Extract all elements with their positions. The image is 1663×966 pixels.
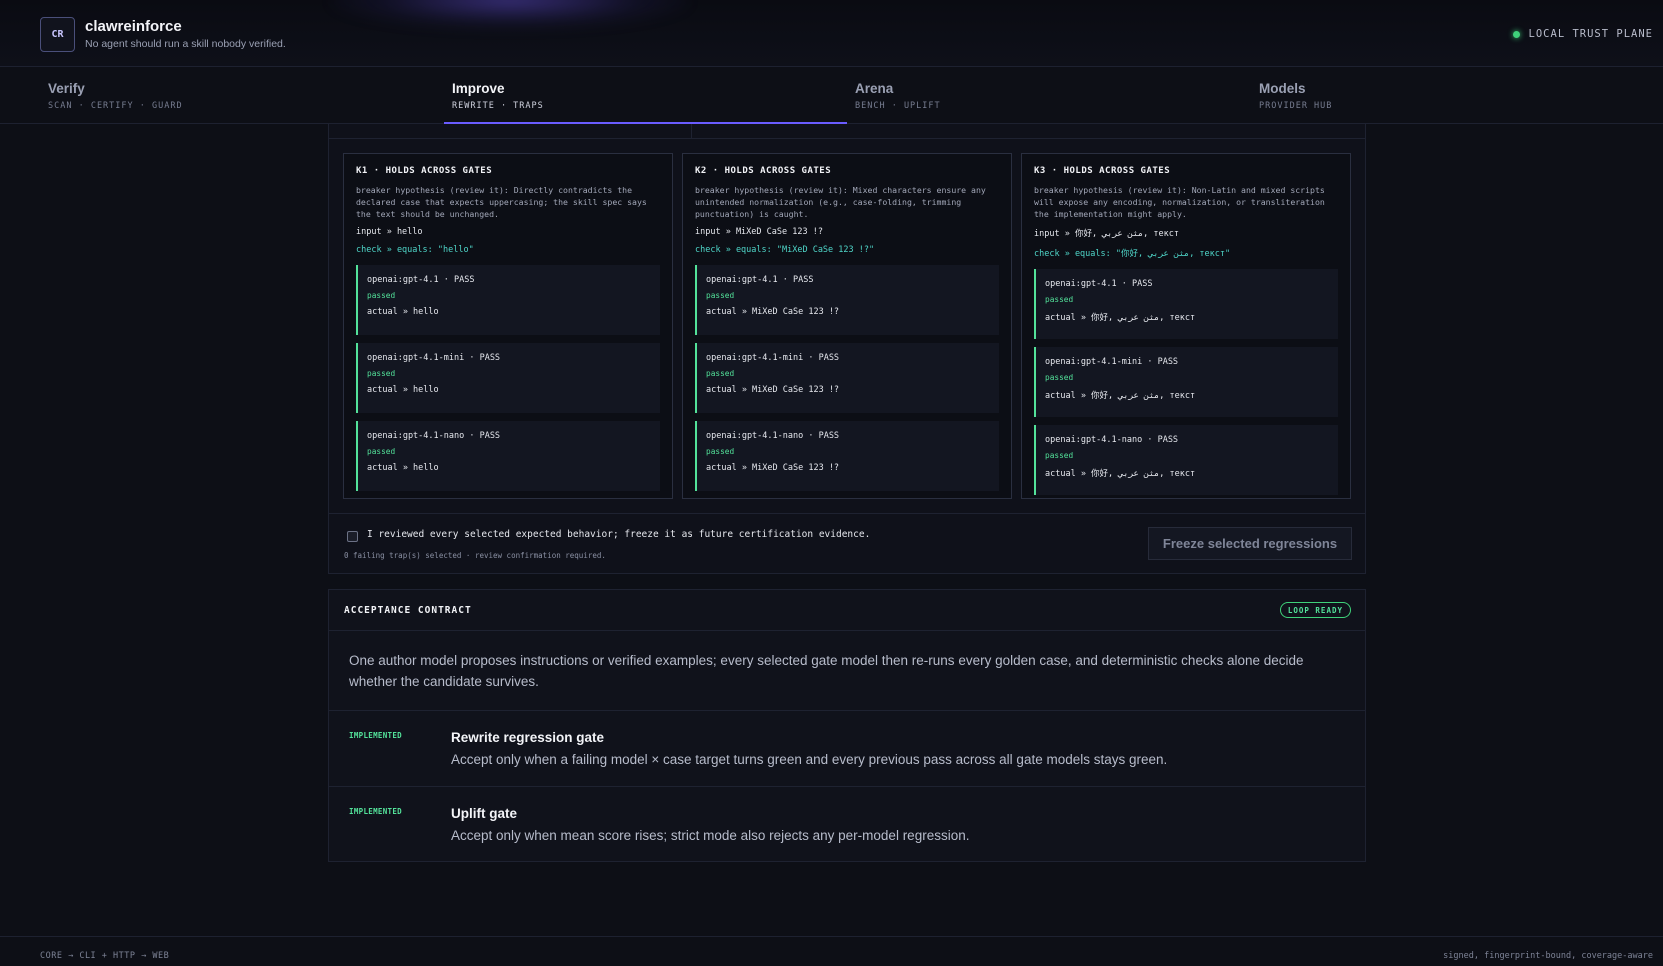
tab-title: Verify [48, 81, 85, 96]
gate-result: openai:gpt-4.1-mini · PASS passed actual… [695, 343, 999, 413]
gate-description: Accept only when a failing model × case … [451, 752, 1168, 767]
trap-heading: K2 · HOLDS ACROSS GATES [695, 166, 832, 176]
trap-check: check » equals: "你好, مثن عربي, текст" [1034, 249, 1231, 259]
footer-architecture: CORE → CLI + HTTP → WEB [40, 951, 170, 961]
divider [691, 124, 692, 139]
result-actual: actual » hello [367, 463, 439, 473]
freeze-regressions-button[interactable]: Freeze selected regressions [1148, 527, 1352, 560]
gate-results: openai:gpt-4.1 · PASS passed actual » 你好… [1034, 269, 1338, 495]
tab-title: Improve [452, 81, 505, 96]
result-status: passed [367, 447, 396, 456]
result-status: passed [367, 369, 396, 378]
result-actual: actual » hello [367, 385, 439, 395]
tab-subtitle: PROVIDER HUB [1259, 101, 1333, 111]
gate-result: openai:gpt-4.1-nano · PASS passed actual… [356, 421, 660, 491]
result-model: openai:gpt-4.1-mini · PASS [367, 353, 501, 363]
app-logo[interactable]: CR [40, 17, 75, 52]
result-actual: actual » MiXeD CaSe 123 !? [706, 307, 840, 317]
selection-note: 0 failing trap(s) selected · review conf… [344, 551, 606, 560]
app-tagline: No agent should run a skill nobody verif… [85, 38, 286, 50]
result-model: openai:gpt-4.1 · PASS [367, 275, 475, 285]
gate-result: openai:gpt-4.1-nano · PASS passed actual… [1034, 425, 1338, 495]
tab-subtitle: BENCH · UPLIFT [855, 101, 941, 111]
status-badge: LOOP READY [1279, 602, 1351, 618]
tab-subtitle: SCAN · CERTIFY · GUARD [48, 101, 183, 111]
trap-hypothesis: breaker hypothesis (review it): Mixed ch… [695, 185, 986, 219]
trap-input: input » 你好, مثن عربي, текст [1034, 229, 1179, 239]
contract-header: ACCEPTANCE CONTRACT LOOP READY [329, 590, 1365, 631]
contract-description: One author model proposes instructions o… [349, 653, 1304, 689]
trust-status: LOCAL TRUST PLANE [1512, 28, 1653, 40]
header-glow [330, 0, 690, 30]
result-model: openai:gpt-4.1 · PASS [1045, 279, 1153, 289]
tab-title: Models [1259, 81, 1306, 96]
gate-status-tag: IMPLEMENTED [349, 731, 402, 740]
tab-verify[interactable]: Verify SCAN · CERTIFY · GUARD [40, 67, 443, 124]
result-model: openai:gpt-4.1 · PASS [706, 275, 814, 285]
result-status: passed [706, 369, 735, 378]
gate-result: openai:gpt-4.1 · PASS passed actual » he… [356, 265, 660, 335]
trap-heading: K1 · HOLDS ACROSS GATES [356, 166, 493, 176]
app-title: clawreinforce [85, 18, 182, 35]
trap-input: input » MiXeD CaSe 123 !? [695, 227, 823, 237]
gate-result: openai:gpt-4.1-mini · PASS passed actual… [356, 343, 660, 413]
trap-input: input » hello [356, 227, 423, 237]
gate-description: Accept only when mean score rises; stric… [451, 828, 970, 843]
result-actual: actual » 你好, مثن عربي, текст [1045, 391, 1196, 401]
result-actual: actual » 你好, مثن عربي, текст [1045, 469, 1196, 479]
gate-title: Uplift gate [451, 806, 517, 821]
status-dot-icon [1512, 30, 1520, 38]
result-actual: actual » MiXeD CaSe 123 !? [706, 463, 840, 473]
result-status: passed [1045, 451, 1074, 460]
gate-row-rewrite: IMPLEMENTED Rewrite regression gate Acce… [329, 710, 1365, 786]
review-confirm-label[interactable]: I reviewed every selected expected behav… [367, 529, 870, 540]
result-model: openai:gpt-4.1-nano · PASS [367, 431, 501, 441]
tab-models[interactable]: Models PROVIDER HUB [1251, 67, 1654, 124]
footer-properties: signed, fingerprint-bound, coverage-awar… [1443, 951, 1653, 961]
gate-results: openai:gpt-4.1 · PASS passed actual » Mi… [695, 265, 999, 491]
trap-card-k2: K2 · HOLDS ACROSS GATES breaker hypothes… [682, 153, 1012, 499]
result-status: passed [706, 291, 735, 300]
trap-heading: K3 · HOLDS ACROSS GATES [1034, 166, 1171, 176]
result-status: passed [367, 291, 396, 300]
result-model: openai:gpt-4.1-nano · PASS [1045, 435, 1179, 445]
contract-title: ACCEPTANCE CONTRACT [344, 605, 472, 616]
result-actual: actual » hello [367, 307, 439, 317]
result-actual: actual » 你好, مثن عربي, текст [1045, 313, 1196, 323]
gate-result: openai:gpt-4.1 · PASS passed actual » Mi… [695, 265, 999, 335]
trust-label: LOCAL TRUST PLANE [1528, 28, 1653, 40]
footer: CORE → CLI + HTTP → WEB signed, fingerpr… [0, 936, 1663, 966]
trap-hypothesis: breaker hypothesis (review it): Non-Lati… [1034, 185, 1325, 219]
tab-improve[interactable]: Improve REWRITE · TRAPS [444, 67, 847, 124]
gate-result: openai:gpt-4.1-mini · PASS passed actual… [1034, 347, 1338, 417]
tab-subtitle: REWRITE · TRAPS [452, 101, 544, 111]
gate-title: Rewrite regression gate [451, 730, 605, 745]
main-tabs: Verify SCAN · CERTIFY · GUARD Improve RE… [0, 67, 1663, 124]
panel-top-strip [329, 124, 1365, 139]
trap-hypothesis: breaker hypothesis (review it): Directly… [356, 185, 647, 219]
result-status: passed [1045, 295, 1074, 304]
trap-check: check » equals: "MiXeD CaSe 123 !?" [695, 245, 875, 255]
gate-status-tag: IMPLEMENTED [349, 807, 402, 816]
trap-check: check » equals: "hello" [356, 245, 474, 255]
result-status: passed [1045, 373, 1074, 382]
trap-card-k3: K3 · HOLDS ACROSS GATES breaker hypothes… [1021, 153, 1351, 499]
result-model: openai:gpt-4.1-mini · PASS [1045, 357, 1179, 367]
result-actual: actual » MiXeD CaSe 123 !? [706, 385, 840, 395]
result-status: passed [706, 447, 735, 456]
result-model: openai:gpt-4.1-mini · PASS [706, 353, 840, 363]
tab-title: Arena [855, 81, 894, 96]
trap-card-k1: K1 · HOLDS ACROSS GATES breaker hypothes… [343, 153, 673, 499]
result-model: openai:gpt-4.1-nano · PASS [706, 431, 840, 441]
tab-arena[interactable]: Arena BENCH · UPLIFT [847, 67, 1250, 124]
gate-results: openai:gpt-4.1 · PASS passed actual » he… [356, 265, 660, 491]
gate-result: openai:gpt-4.1-nano · PASS passed actual… [695, 421, 999, 491]
top-bar: CR clawreinforce No agent should run a s… [0, 0, 1663, 67]
gate-result: openai:gpt-4.1 · PASS passed actual » 你好… [1034, 269, 1338, 339]
review-confirm-checkbox[interactable] [347, 531, 358, 542]
gate-row-uplift: IMPLEMENTED Uplift gate Accept only when… [329, 786, 1365, 862]
acceptance-contract-panel: ACCEPTANCE CONTRACT LOOP READY One autho… [328, 589, 1366, 862]
freeze-bar: I reviewed every selected expected behav… [328, 513, 1366, 574]
